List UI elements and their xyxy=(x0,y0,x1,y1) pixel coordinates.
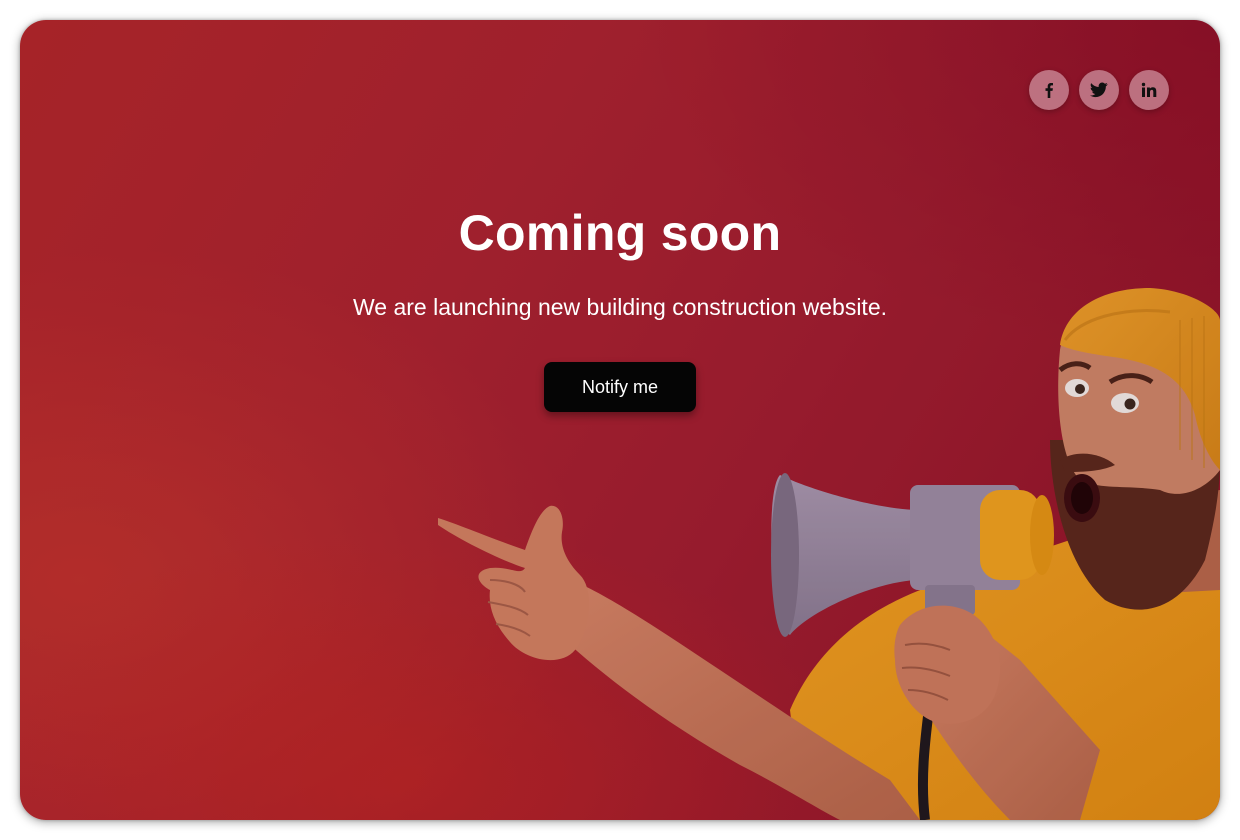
linkedin-icon xyxy=(1141,82,1157,97)
page-title: Coming soon xyxy=(458,205,782,261)
facebook-icon xyxy=(1045,83,1053,98)
linkedin-button[interactable] xyxy=(1129,70,1169,110)
twitter-button[interactable] xyxy=(1079,70,1119,110)
twitter-icon xyxy=(1090,82,1108,98)
social-links xyxy=(1029,70,1169,110)
man-with-megaphone-image xyxy=(20,20,1220,820)
notify-me-button[interactable]: Notify me xyxy=(544,362,696,412)
hero-section: Coming soon We are launching new buildin… xyxy=(20,200,1220,412)
coming-soon-page: Coming soon We are launching new buildin… xyxy=(20,20,1220,820)
facebook-button[interactable] xyxy=(1029,70,1069,110)
page-subtitle: We are launching new building constructi… xyxy=(353,294,887,320)
